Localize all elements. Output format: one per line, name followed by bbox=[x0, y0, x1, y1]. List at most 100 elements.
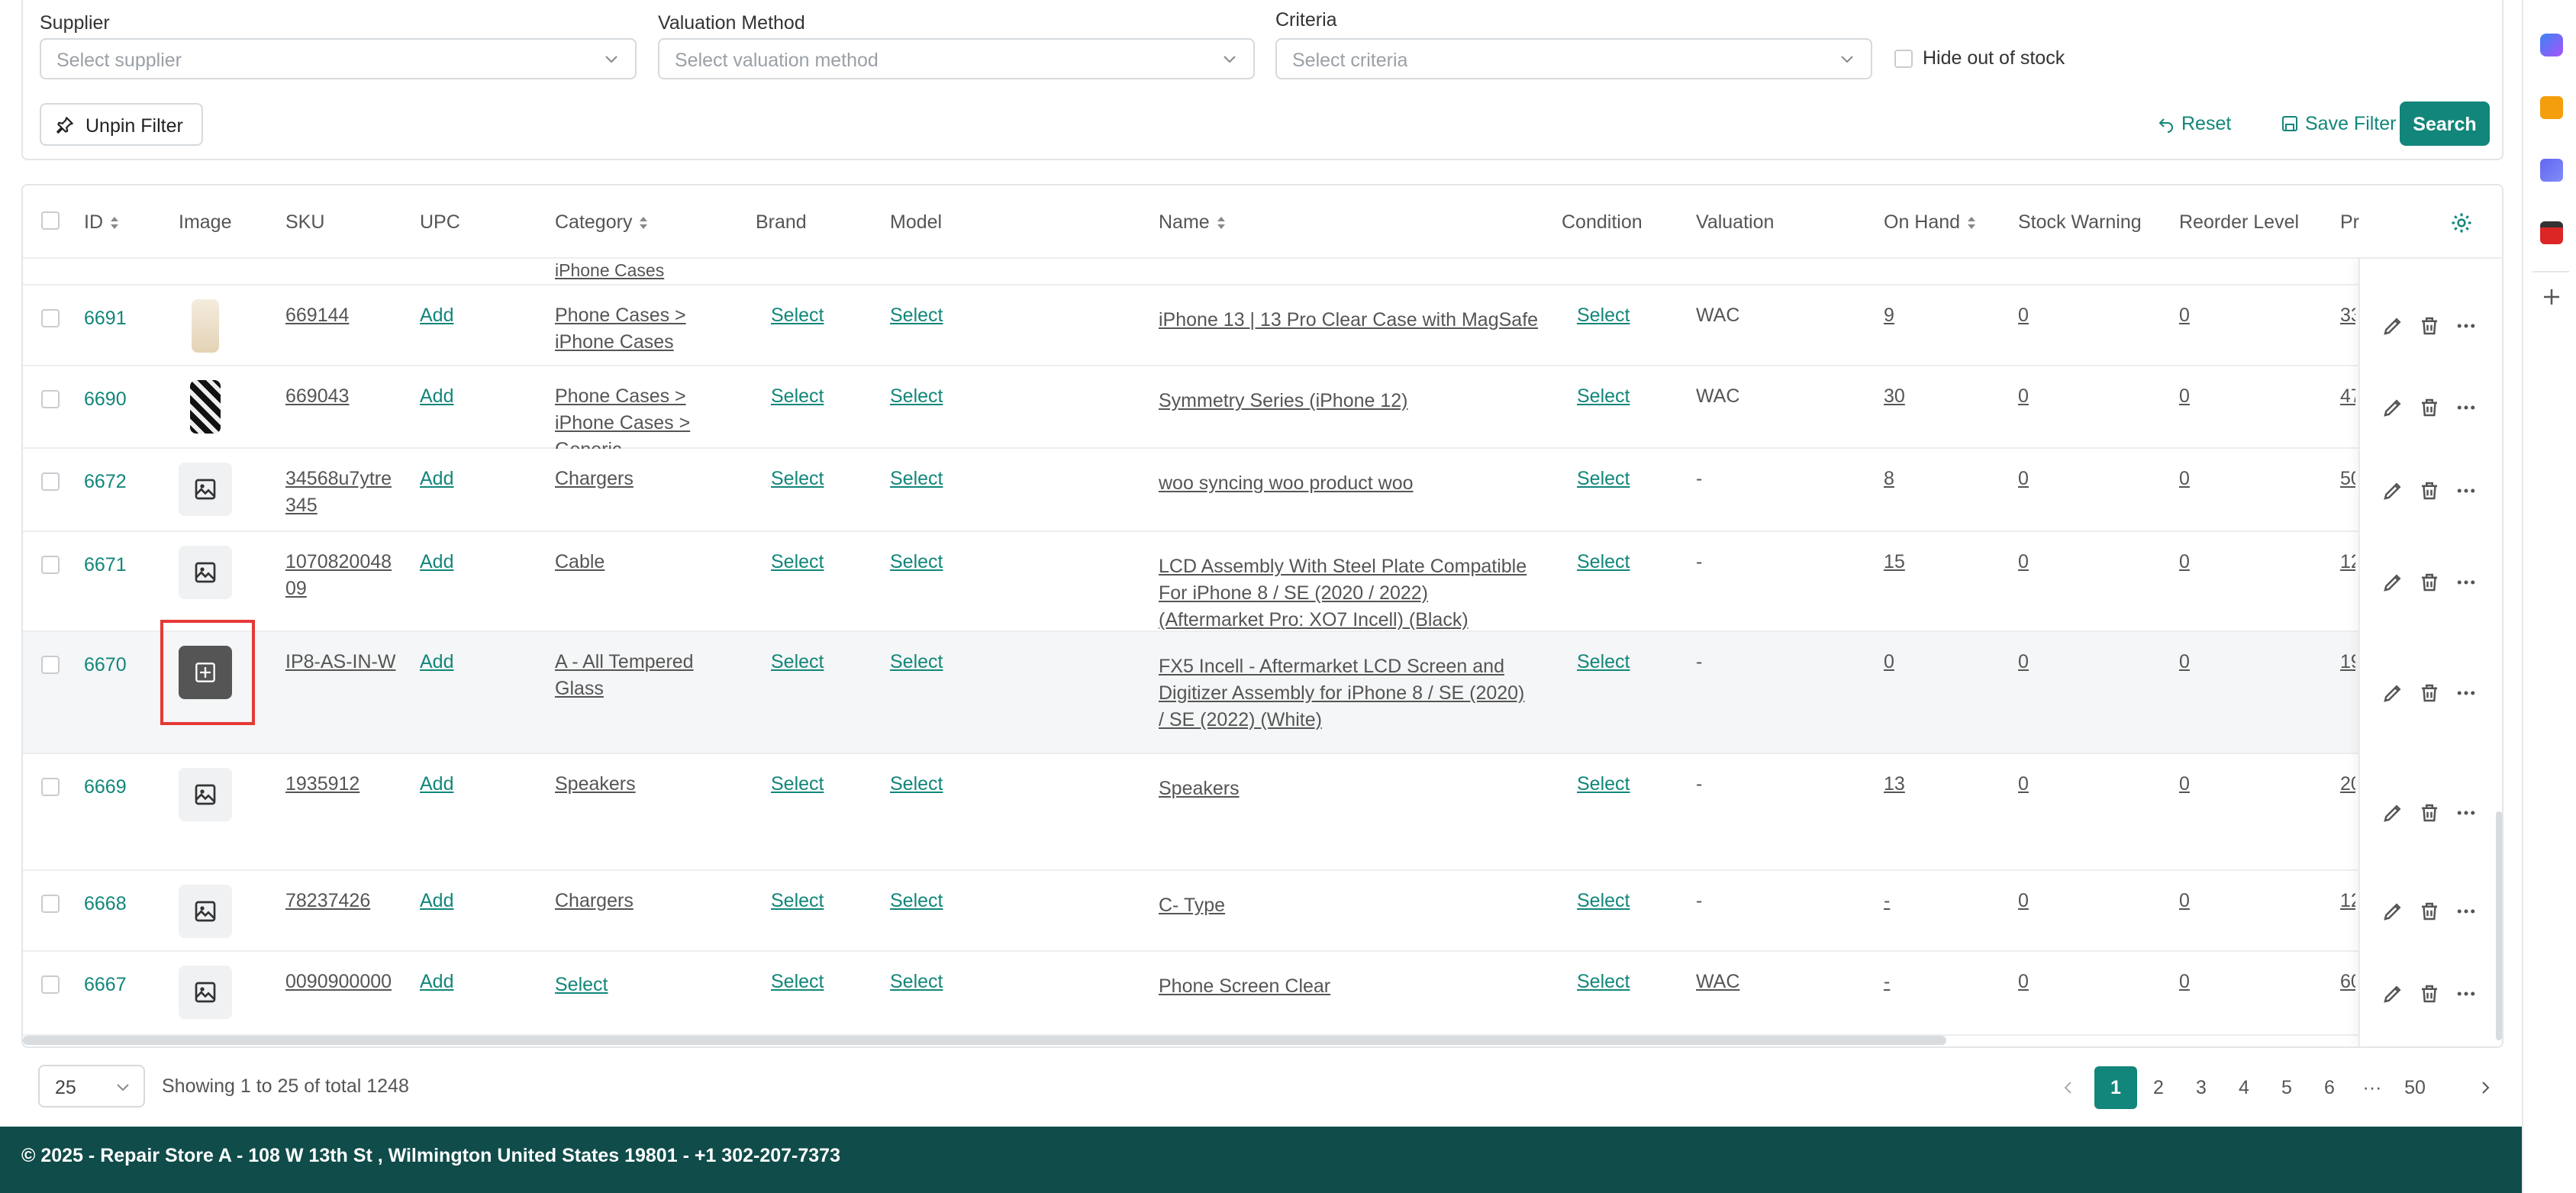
page-button[interactable]: 5 bbox=[2265, 1066, 2308, 1109]
cell-sku[interactable]: 1070820048 09 bbox=[285, 549, 392, 602]
header-id[interactable]: ID bbox=[84, 211, 120, 234]
cell-upc[interactable]: Add bbox=[420, 302, 453, 329]
cell-model[interactable]: Select bbox=[890, 888, 943, 914]
valuation-select[interactable]: Select valuation method bbox=[658, 38, 1255, 79]
edit-icon[interactable] bbox=[2381, 571, 2404, 594]
cell-stock-warning[interactable]: 0 bbox=[2018, 771, 2029, 798]
cell-name[interactable]: LCD Assembly With Steel Plate Compatible… bbox=[1159, 553, 1527, 634]
cell-name[interactable]: C- Type bbox=[1159, 892, 1225, 919]
extension-icon[interactable] bbox=[2540, 159, 2563, 182]
cell-sku[interactable]: IP8-AS-IN-W bbox=[285, 649, 395, 675]
header-category[interactable]: Category bbox=[555, 211, 649, 234]
trash-icon[interactable] bbox=[2418, 900, 2441, 923]
page-button[interactable]: 4 bbox=[2223, 1066, 2265, 1109]
edit-icon[interactable] bbox=[2381, 982, 2404, 1005]
cell-on-hand[interactable]: 15 bbox=[1884, 549, 1905, 576]
cell-reorder-level[interactable]: 0 bbox=[2179, 466, 2190, 492]
more-icon[interactable] bbox=[2455, 479, 2478, 502]
cell-stock-warning[interactable]: 0 bbox=[2018, 549, 2029, 576]
trash-icon[interactable] bbox=[2418, 396, 2441, 419]
row-id[interactable]: 6667 bbox=[84, 972, 127, 998]
row-checkbox[interactable] bbox=[41, 778, 60, 796]
page-button[interactable]: 6 bbox=[2308, 1066, 2351, 1109]
cell-model[interactable]: Select bbox=[890, 969, 943, 995]
cell-condition[interactable]: Select bbox=[1577, 771, 1630, 798]
image-placeholder-icon[interactable] bbox=[179, 885, 232, 938]
horizontal-scrollbar[interactable] bbox=[23, 1036, 1946, 1045]
table-row[interactable]: 6669 1935912 Add Speakers Select Select Speake… bbox=[23, 754, 2358, 871]
cell-brand[interactable]: Select bbox=[771, 771, 824, 798]
cell-category[interactable]: A - All Tempered Glass bbox=[555, 649, 694, 702]
select-all-checkbox[interactable] bbox=[41, 211, 60, 230]
cell-upc[interactable]: Add bbox=[420, 383, 453, 410]
cell-model[interactable]: Select bbox=[890, 649, 943, 675]
cell-on-hand[interactable]: - bbox=[1884, 888, 1890, 914]
cell-name[interactable]: iPhone 13 | 13 Pro Clear Case with MagSa… bbox=[1159, 307, 1538, 334]
row-id[interactable]: 6671 bbox=[84, 552, 127, 579]
cell-brand[interactable]: Select bbox=[771, 549, 824, 576]
notes-icon[interactable] bbox=[2540, 96, 2563, 119]
cell-reorder-level[interactable]: 0 bbox=[2179, 771, 2190, 798]
supplier-select[interactable]: Select supplier bbox=[40, 38, 637, 79]
cell-upc[interactable]: Add bbox=[420, 969, 453, 995]
cell-condition[interactable]: Select bbox=[1577, 969, 1630, 995]
cell-model[interactable]: Select bbox=[890, 302, 943, 329]
reset-button[interactable]: Reset bbox=[2157, 113, 2231, 135]
cell-sku[interactable]: 669043 bbox=[285, 383, 349, 410]
cell-price[interactable]: 19 bbox=[2340, 649, 2355, 675]
cell-reorder-level[interactable]: 0 bbox=[2179, 969, 2190, 995]
cell-on-hand[interactable]: 13 bbox=[1884, 771, 1905, 798]
cell-category[interactable]: Chargers bbox=[555, 888, 634, 914]
row-checkbox[interactable] bbox=[41, 895, 60, 913]
page-size-select[interactable]: 25 bbox=[38, 1065, 145, 1108]
cell-on-hand[interactable]: 0 bbox=[1884, 649, 1894, 675]
row-id[interactable]: 6669 bbox=[84, 774, 127, 801]
row-checkbox[interactable] bbox=[41, 472, 60, 491]
cell-price[interactable]: 20 bbox=[2340, 771, 2355, 798]
cell-condition[interactable]: Select bbox=[1577, 302, 1630, 329]
cell-category[interactable]: Phone Cases > iPhone Cases bbox=[555, 302, 686, 356]
app-icon[interactable] bbox=[2540, 221, 2563, 244]
table-row[interactable]: 6672 34568u7ytre 345 Add Chargers Select Sele… bbox=[23, 449, 2358, 532]
cell-reorder-level[interactable]: 0 bbox=[2179, 383, 2190, 410]
copilot-icon[interactable] bbox=[2540, 34, 2563, 56]
table-row[interactable]: 6690 669043 Add Phone Cases > iPhone Cases … bbox=[23, 366, 2358, 460]
row-id[interactable]: 6672 bbox=[84, 469, 127, 495]
cell-on-hand[interactable]: 30 bbox=[1884, 383, 1905, 410]
cell-stock-warning[interactable]: 0 bbox=[2018, 383, 2029, 410]
cell-sku[interactable]: 669144 bbox=[285, 302, 349, 329]
cell-stock-warning[interactable]: 0 bbox=[2018, 888, 2029, 914]
cell-model[interactable]: Select bbox=[890, 771, 943, 798]
cell-sku[interactable]: 78237426 bbox=[285, 888, 370, 914]
trash-icon[interactable] bbox=[2418, 801, 2441, 824]
plus-icon[interactable] bbox=[2540, 285, 2563, 308]
edit-icon[interactable] bbox=[2381, 314, 2404, 337]
product-thumbnail[interactable] bbox=[190, 380, 221, 434]
cell-sku[interactable]: 1935912 bbox=[285, 771, 359, 798]
trash-icon[interactable] bbox=[2418, 479, 2441, 502]
image-placeholder-icon[interactable] bbox=[179, 966, 232, 1019]
cell-sku[interactable]: 0090900000 bbox=[285, 969, 392, 995]
row-id[interactable]: 6668 bbox=[84, 891, 127, 917]
cell-condition[interactable]: Select bbox=[1577, 466, 1630, 492]
cell-price[interactable]: 12 bbox=[2340, 888, 2355, 914]
trash-icon[interactable] bbox=[2418, 982, 2441, 1005]
more-icon[interactable] bbox=[2455, 682, 2478, 705]
cell-reorder-level[interactable]: 0 bbox=[2179, 549, 2190, 576]
cell-on-hand[interactable]: 9 bbox=[1884, 302, 1894, 329]
row-checkbox[interactable] bbox=[41, 656, 60, 674]
cell-name[interactable]: FX5 Incell - Aftermarket LCD Screen and … bbox=[1159, 653, 1524, 734]
add-image-icon[interactable] bbox=[179, 646, 232, 699]
cell-on-hand[interactable]: - bbox=[1884, 969, 1890, 995]
cell-reorder-level[interactable]: 0 bbox=[2179, 302, 2190, 329]
table-row[interactable]: 6668 78237426 Add Chargers Select Select C- Ty… bbox=[23, 871, 2358, 952]
cell-price[interactable]: 50 bbox=[2340, 466, 2355, 492]
cell-price[interactable]: 12 bbox=[2340, 549, 2355, 576]
cell-on-hand[interactable]: 8 bbox=[1884, 466, 1894, 492]
cell-upc[interactable]: Add bbox=[420, 649, 453, 675]
cell-upc[interactable]: Add bbox=[420, 888, 453, 914]
cell-category[interactable]: Speakers bbox=[555, 771, 636, 798]
edit-icon[interactable] bbox=[2381, 396, 2404, 419]
trash-icon[interactable] bbox=[2418, 682, 2441, 705]
table-row[interactable]: 6670 IP8-AS-IN-W Add A - All Tempered Glass… bbox=[23, 620, 2358, 754]
